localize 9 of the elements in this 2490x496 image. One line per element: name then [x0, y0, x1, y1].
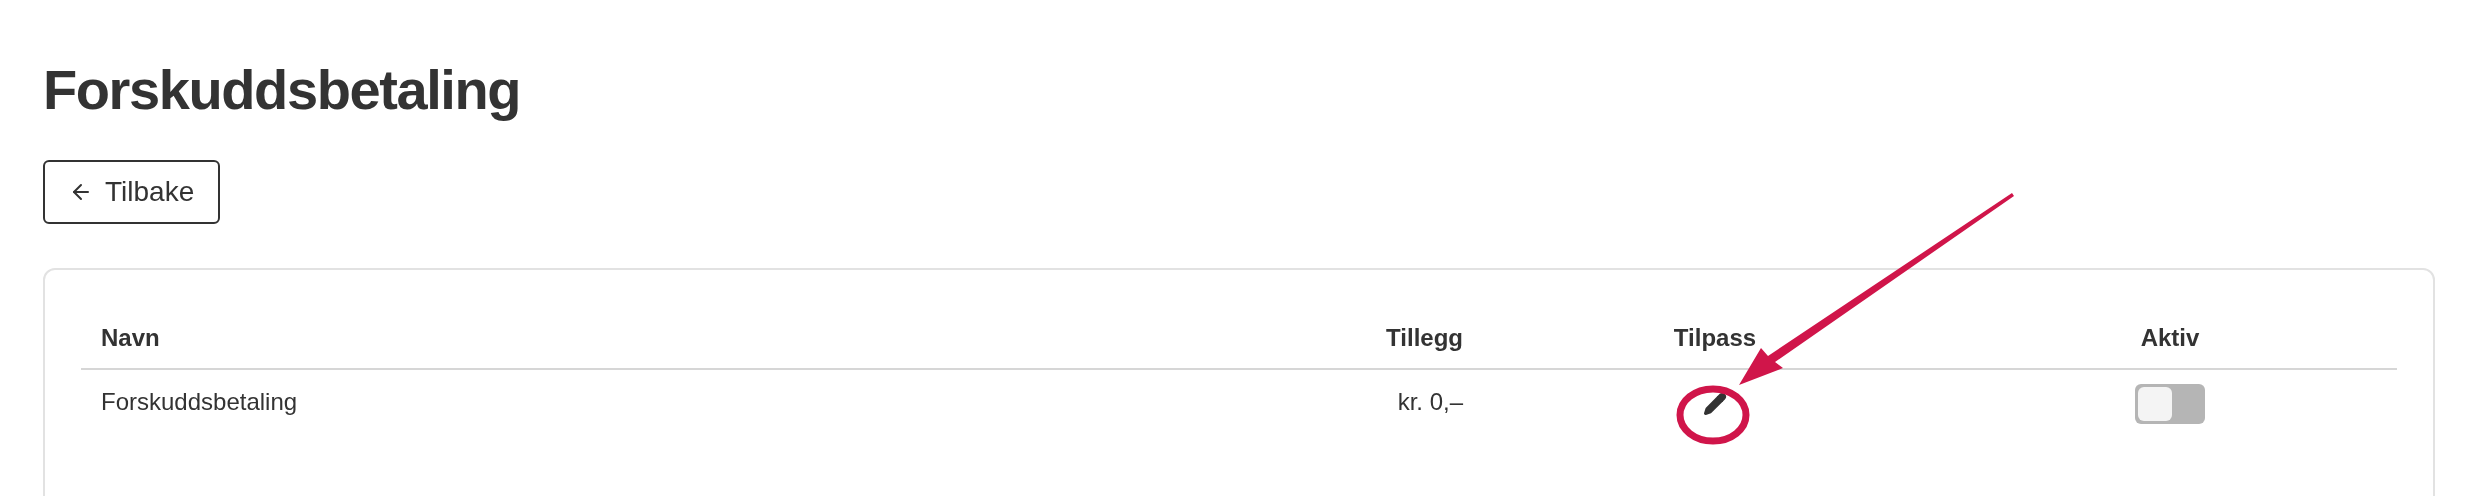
table-cell-text: kr. 0,– — [1397, 387, 1463, 417]
pencil-icon — [1703, 392, 1727, 416]
column-header: Navn — [101, 323, 160, 353]
back-button[interactable]: Tilbake — [43, 160, 221, 224]
toggle-switch[interactable] — [2135, 384, 2205, 424]
column-header: Aktiv — [2140, 323, 2200, 353]
column-header: Tilpass — [1673, 323, 1757, 353]
column-header: Tillegg — [1386, 323, 1463, 353]
table-cell-text: Forskuddsbetaling — [101, 387, 298, 417]
